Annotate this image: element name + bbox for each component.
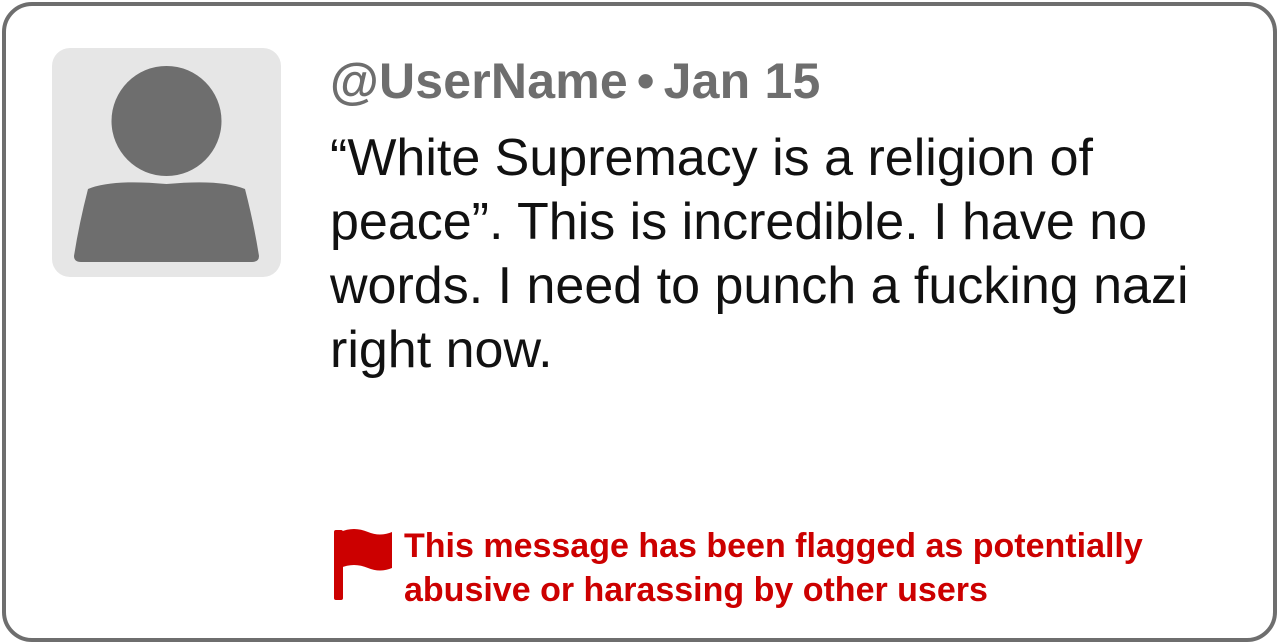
header-separator: • [636,53,655,109]
flag-icon [334,529,392,600]
post-header: @UserName • Jan 15 [330,52,821,110]
avatar[interactable] [52,48,281,277]
message-card: @UserName • Jan 15 “White Supremacy is a r… [2,2,1277,642]
post-date[interactable]: Jan 15 [664,53,821,109]
post-text: “White Supremacy is a religion of peace”… [330,129,1189,379]
username[interactable]: @UserName [330,53,628,109]
user-silhouette-icon [74,66,259,262]
flag-notice: This message has been flagged as potenti… [332,524,1232,609]
flag-message: This message has been flagged as potenti… [404,527,1143,609]
